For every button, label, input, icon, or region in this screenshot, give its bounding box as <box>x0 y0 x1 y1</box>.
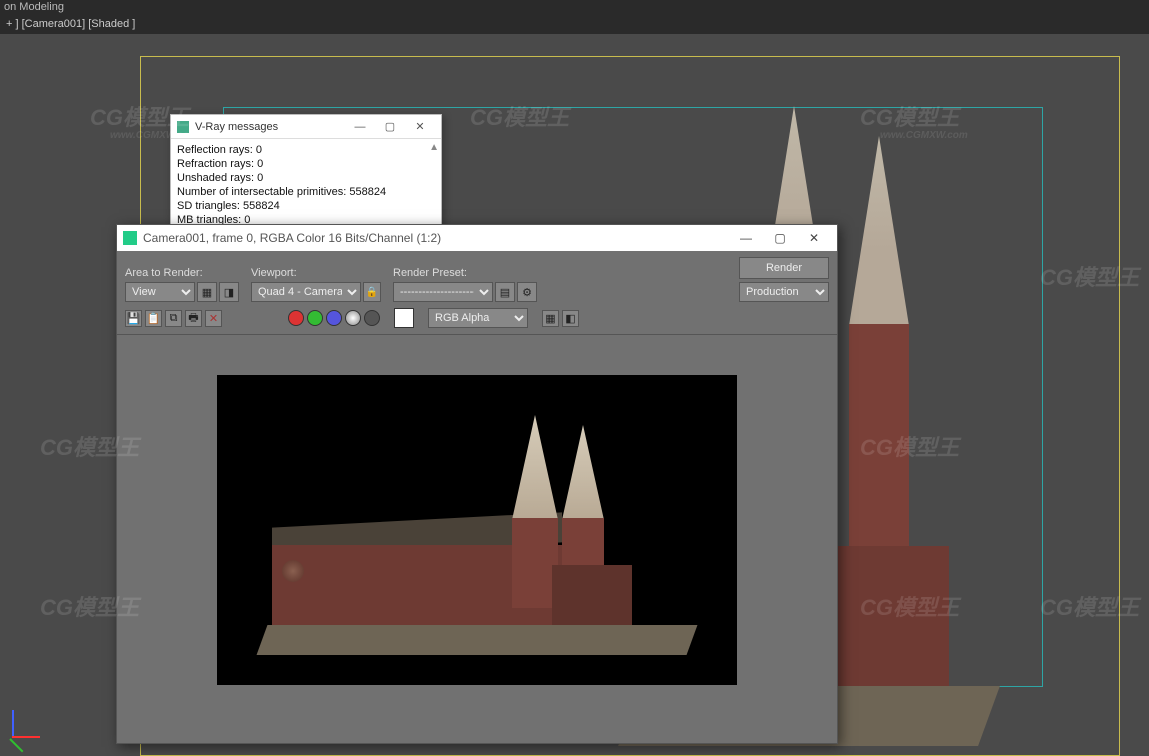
scroll-up-icon[interactable]: ▲ <box>429 141 439 155</box>
red-channel-toggle[interactable] <box>288 310 304 326</box>
vray-line: Unshaded rays: 0 <box>177 171 435 185</box>
vray-line: SD triangles: 558824 <box>177 199 435 213</box>
mono-channel-toggle[interactable] <box>364 310 380 326</box>
blue-channel-toggle[interactable] <box>326 310 342 326</box>
area-to-render-select[interactable]: View <box>125 282 195 302</box>
render-options-row: Area to Render: View ▦ ◨ Viewport: Quad … <box>117 251 837 306</box>
render-output-image[interactable] <box>217 375 737 685</box>
viewport-label[interactable]: + ] [Camera001] [Shaded ] <box>0 14 1149 34</box>
axis-y <box>9 738 23 752</box>
minimize-button[interactable]: — <box>729 227 763 249</box>
app-title-bar: on Modeling <box>0 0 1149 14</box>
axis-x <box>12 736 40 738</box>
vray-line: Refraction rays: 0 <box>177 157 435 171</box>
print-button[interactable]: 🖶 <box>185 310 202 327</box>
render-button[interactable]: Render <box>739 257 829 279</box>
close-button[interactable]: ✕ <box>797 227 831 249</box>
copy-image-button[interactable]: 📋 <box>145 310 162 327</box>
clear-button[interactable]: ✕ <box>205 310 222 327</box>
render-preset-select[interactable]: -------------------------- <box>393 282 493 302</box>
color-swatch[interactable] <box>394 308 414 328</box>
render-title-text: Camera001, frame 0, RGBA Color 16 Bits/C… <box>143 231 729 245</box>
render-preset-label: Render Preset: <box>393 267 537 279</box>
render-titlebar[interactable]: Camera001, frame 0, RGBA Color 16 Bits/C… <box>117 225 837 251</box>
viewport-select-label: Viewport: <box>251 267 381 279</box>
maximize-button[interactable]: ▢ <box>763 227 797 249</box>
rendered-model <box>272 415 702 655</box>
viewport-select[interactable]: Quad 4 - Camera0 <box>251 282 361 302</box>
channel-select[interactable]: RGB Alpha <box>428 308 528 328</box>
toggle-ui-split-button[interactable]: ◧ <box>562 310 579 327</box>
close-button[interactable]: ✕ <box>405 117 435 137</box>
maximize-button[interactable]: ▢ <box>375 117 405 137</box>
lock-viewport-button[interactable]: 🔒 <box>363 282 381 302</box>
green-channel-toggle[interactable] <box>307 310 323 326</box>
production-select[interactable]: Production <box>739 282 829 302</box>
render-window-icon <box>123 231 137 245</box>
region-auto-button[interactable]: ◨ <box>219 282 239 302</box>
preset-load-button[interactable]: ▤ <box>495 282 515 302</box>
vray-line: Reflection rays: 0 <box>177 143 435 157</box>
minimize-button[interactable]: — <box>345 117 375 137</box>
render-toolbar: 💾 📋 ⧉ 🖶 ✕ RGB Alpha ▦ ◧ <box>117 306 837 335</box>
area-to-render-label: Area to Render: <box>125 267 239 279</box>
vray-title-text: V-Ray messages <box>195 121 345 133</box>
vray-titlebar[interactable]: V-Ray messages — ▢ ✕ <box>171 115 441 139</box>
vray-line: Number of intersectable primitives: 5588… <box>177 185 435 199</box>
axis-gizmo[interactable] <box>6 704 46 744</box>
app-title: on Modeling <box>4 1 64 13</box>
alpha-channel-toggle[interactable] <box>345 310 361 326</box>
clone-button[interactable]: ⧉ <box>165 310 182 327</box>
render-frame-window[interactable]: Camera001, frame 0, RGBA Color 16 Bits/C… <box>116 224 838 744</box>
toggle-ui-overlay-button[interactable]: ▦ <box>542 310 559 327</box>
region-edit-button[interactable]: ▦ <box>197 282 217 302</box>
axis-z <box>12 710 14 738</box>
render-setup-button[interactable]: ⚙ <box>517 282 537 302</box>
save-image-button[interactable]: 💾 <box>125 310 142 327</box>
vray-icon <box>177 121 189 133</box>
